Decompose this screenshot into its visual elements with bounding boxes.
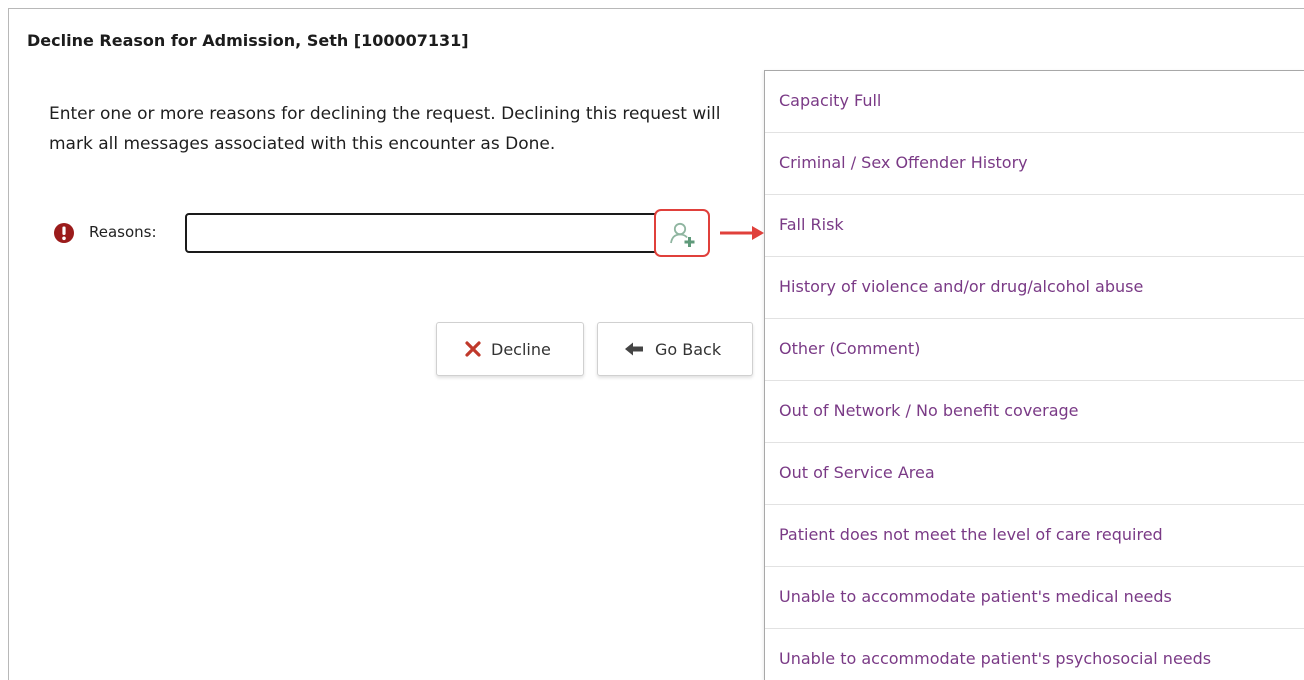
exclamation-circle-icon (54, 223, 74, 243)
list-item[interactable]: Patient does not meet the level of care … (765, 505, 1304, 567)
list-item[interactable]: Fall Risk (765, 195, 1304, 257)
x-icon (465, 341, 481, 357)
list-item[interactable]: Capacity Full (765, 71, 1304, 133)
list-item[interactable]: Out of Network / No benefit coverage (765, 381, 1304, 443)
instructions-text: Enter one or more reasons for declining … (49, 104, 721, 154)
list-item[interactable]: Criminal / Sex Offender History (765, 133, 1304, 195)
reasons-label: Reasons: (89, 223, 157, 241)
arrow-left-icon (625, 342, 643, 356)
dialog-title: Decline Reason for Admission, Seth [1000… (27, 31, 469, 50)
reasons-lookup-button[interactable] (654, 209, 710, 257)
list-item[interactable]: Other (Comment) (765, 319, 1304, 381)
decline-button-label: Decline (491, 340, 551, 359)
list-item[interactable]: Out of Service Area (765, 443, 1304, 505)
reasons-input[interactable] (185, 213, 707, 253)
go-back-button[interactable]: Go Back (597, 322, 753, 376)
person-add-icon (670, 222, 695, 247)
go-back-button-label: Go Back (655, 340, 722, 359)
decline-button[interactable]: Decline (436, 322, 584, 376)
list-item[interactable]: Unable to accommodate patient's psychoso… (765, 629, 1304, 680)
pointer-arrow-icon (720, 226, 764, 240)
reasons-dropdown-list: Capacity Full Criminal / Sex Offender Hi… (764, 70, 1304, 680)
list-item[interactable]: Unable to accommodate patient's medical … (765, 567, 1304, 629)
list-item[interactable]: History of violence and/or drug/alcohol … (765, 257, 1304, 319)
